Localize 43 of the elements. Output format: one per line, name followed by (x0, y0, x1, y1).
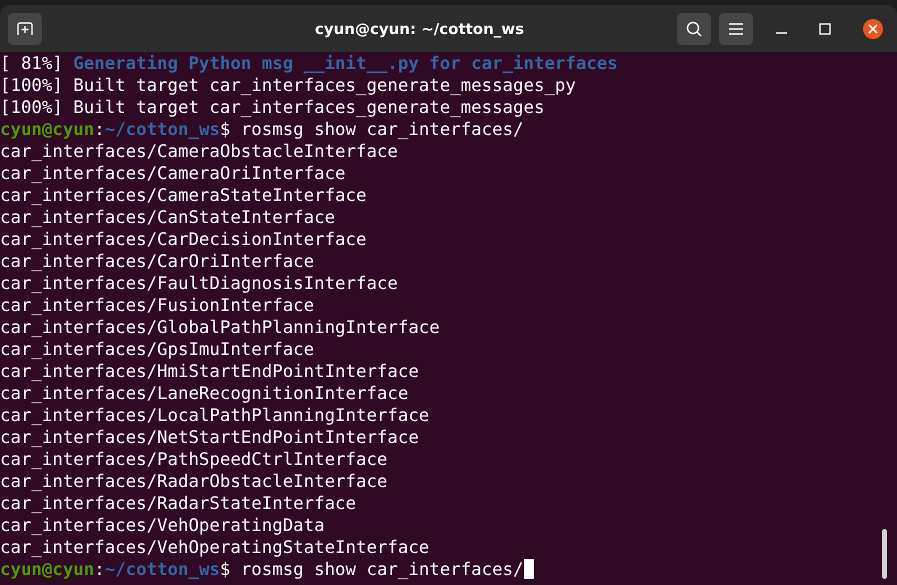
terminal-line: car_interfaces/HmiStartEndPointInterface (0, 362, 419, 382)
new-tab-icon (17, 22, 33, 36)
prompt-path: ~/cotton_ws (104, 560, 220, 580)
terminal-line: car_interfaces/CarDecisionInterface (0, 230, 366, 250)
prompt-path: ~/cotton_ws (104, 120, 220, 140)
terminal-line: car_interfaces/GlobalPathPlanningInterface (0, 318, 440, 338)
terminal-line: car_interfaces/CameraOriInterface (0, 164, 346, 184)
menu-icon (728, 22, 744, 34)
prompt-command: $ rosmsg show car_interfaces/ (220, 120, 524, 140)
prompt-separator: : (94, 120, 105, 140)
search-icon (686, 20, 702, 36)
terminal-line: car_interfaces/CanStateInterface (0, 208, 336, 228)
terminal-line: car_interfaces/RadarObstacleInterface (0, 472, 388, 492)
terminal-line: car_interfaces/CameraStateInterface (0, 186, 366, 206)
close-button[interactable] (863, 18, 883, 38)
terminal-line: car_interfaces/RadarStateInterface (0, 494, 356, 514)
terminal-line: car_interfaces/CameraObstacleInterface (0, 142, 398, 162)
terminal-line: car_interfaces/GpsImuInterface (0, 340, 314, 360)
terminal-line: [100%] Built target car_interfaces_generate_messages (0, 98, 544, 118)
terminal-line: car_interfaces/PathSpeedCtrlInterface (0, 450, 388, 470)
prompt-user: cyun@cyun (0, 120, 94, 140)
terminal-line: car_interfaces/VehOperatingData (0, 516, 325, 536)
search-button[interactable] (677, 12, 711, 44)
close-icon (868, 24, 878, 34)
terminal-line: [100%] Built target car_interfaces_generate_messages_py (0, 76, 576, 96)
progress-percent: [ 81%] (0, 54, 63, 74)
window-title: cyun@cyun: ~/cotton_ws (314, 20, 526, 38)
prompt-user: cyun@cyun (0, 560, 94, 580)
terminal-line: car_interfaces/LocalPathPlanningInterface (0, 406, 430, 426)
prompt-separator: : (94, 560, 105, 580)
terminal-line: car_interfaces/FaultDiagnosisInterface (0, 274, 398, 294)
terminal-line: car_interfaces/CarOriInterface (0, 252, 314, 272)
new-tab-button[interactable] (8, 12, 42, 44)
terminal-line: car_interfaces/FusionInterface (0, 296, 314, 316)
terminal-line: car_interfaces/LaneRecognitionInterface (0, 384, 408, 404)
terminal-line: car_interfaces/VehOperatingStateInterface (0, 538, 430, 558)
prompt-command: $ rosmsg show car_interfaces/ (220, 560, 524, 580)
scrollbar[interactable] (882, 529, 887, 579)
terminal-line: Generating Python msg __init__.py for car_interfaces (73, 54, 618, 74)
maximize-icon (819, 22, 831, 34)
menu-button[interactable] (719, 12, 753, 44)
terminal-line: car_interfaces/NetStartEndPointInterface (0, 428, 419, 448)
minimize-icon (776, 32, 786, 34)
